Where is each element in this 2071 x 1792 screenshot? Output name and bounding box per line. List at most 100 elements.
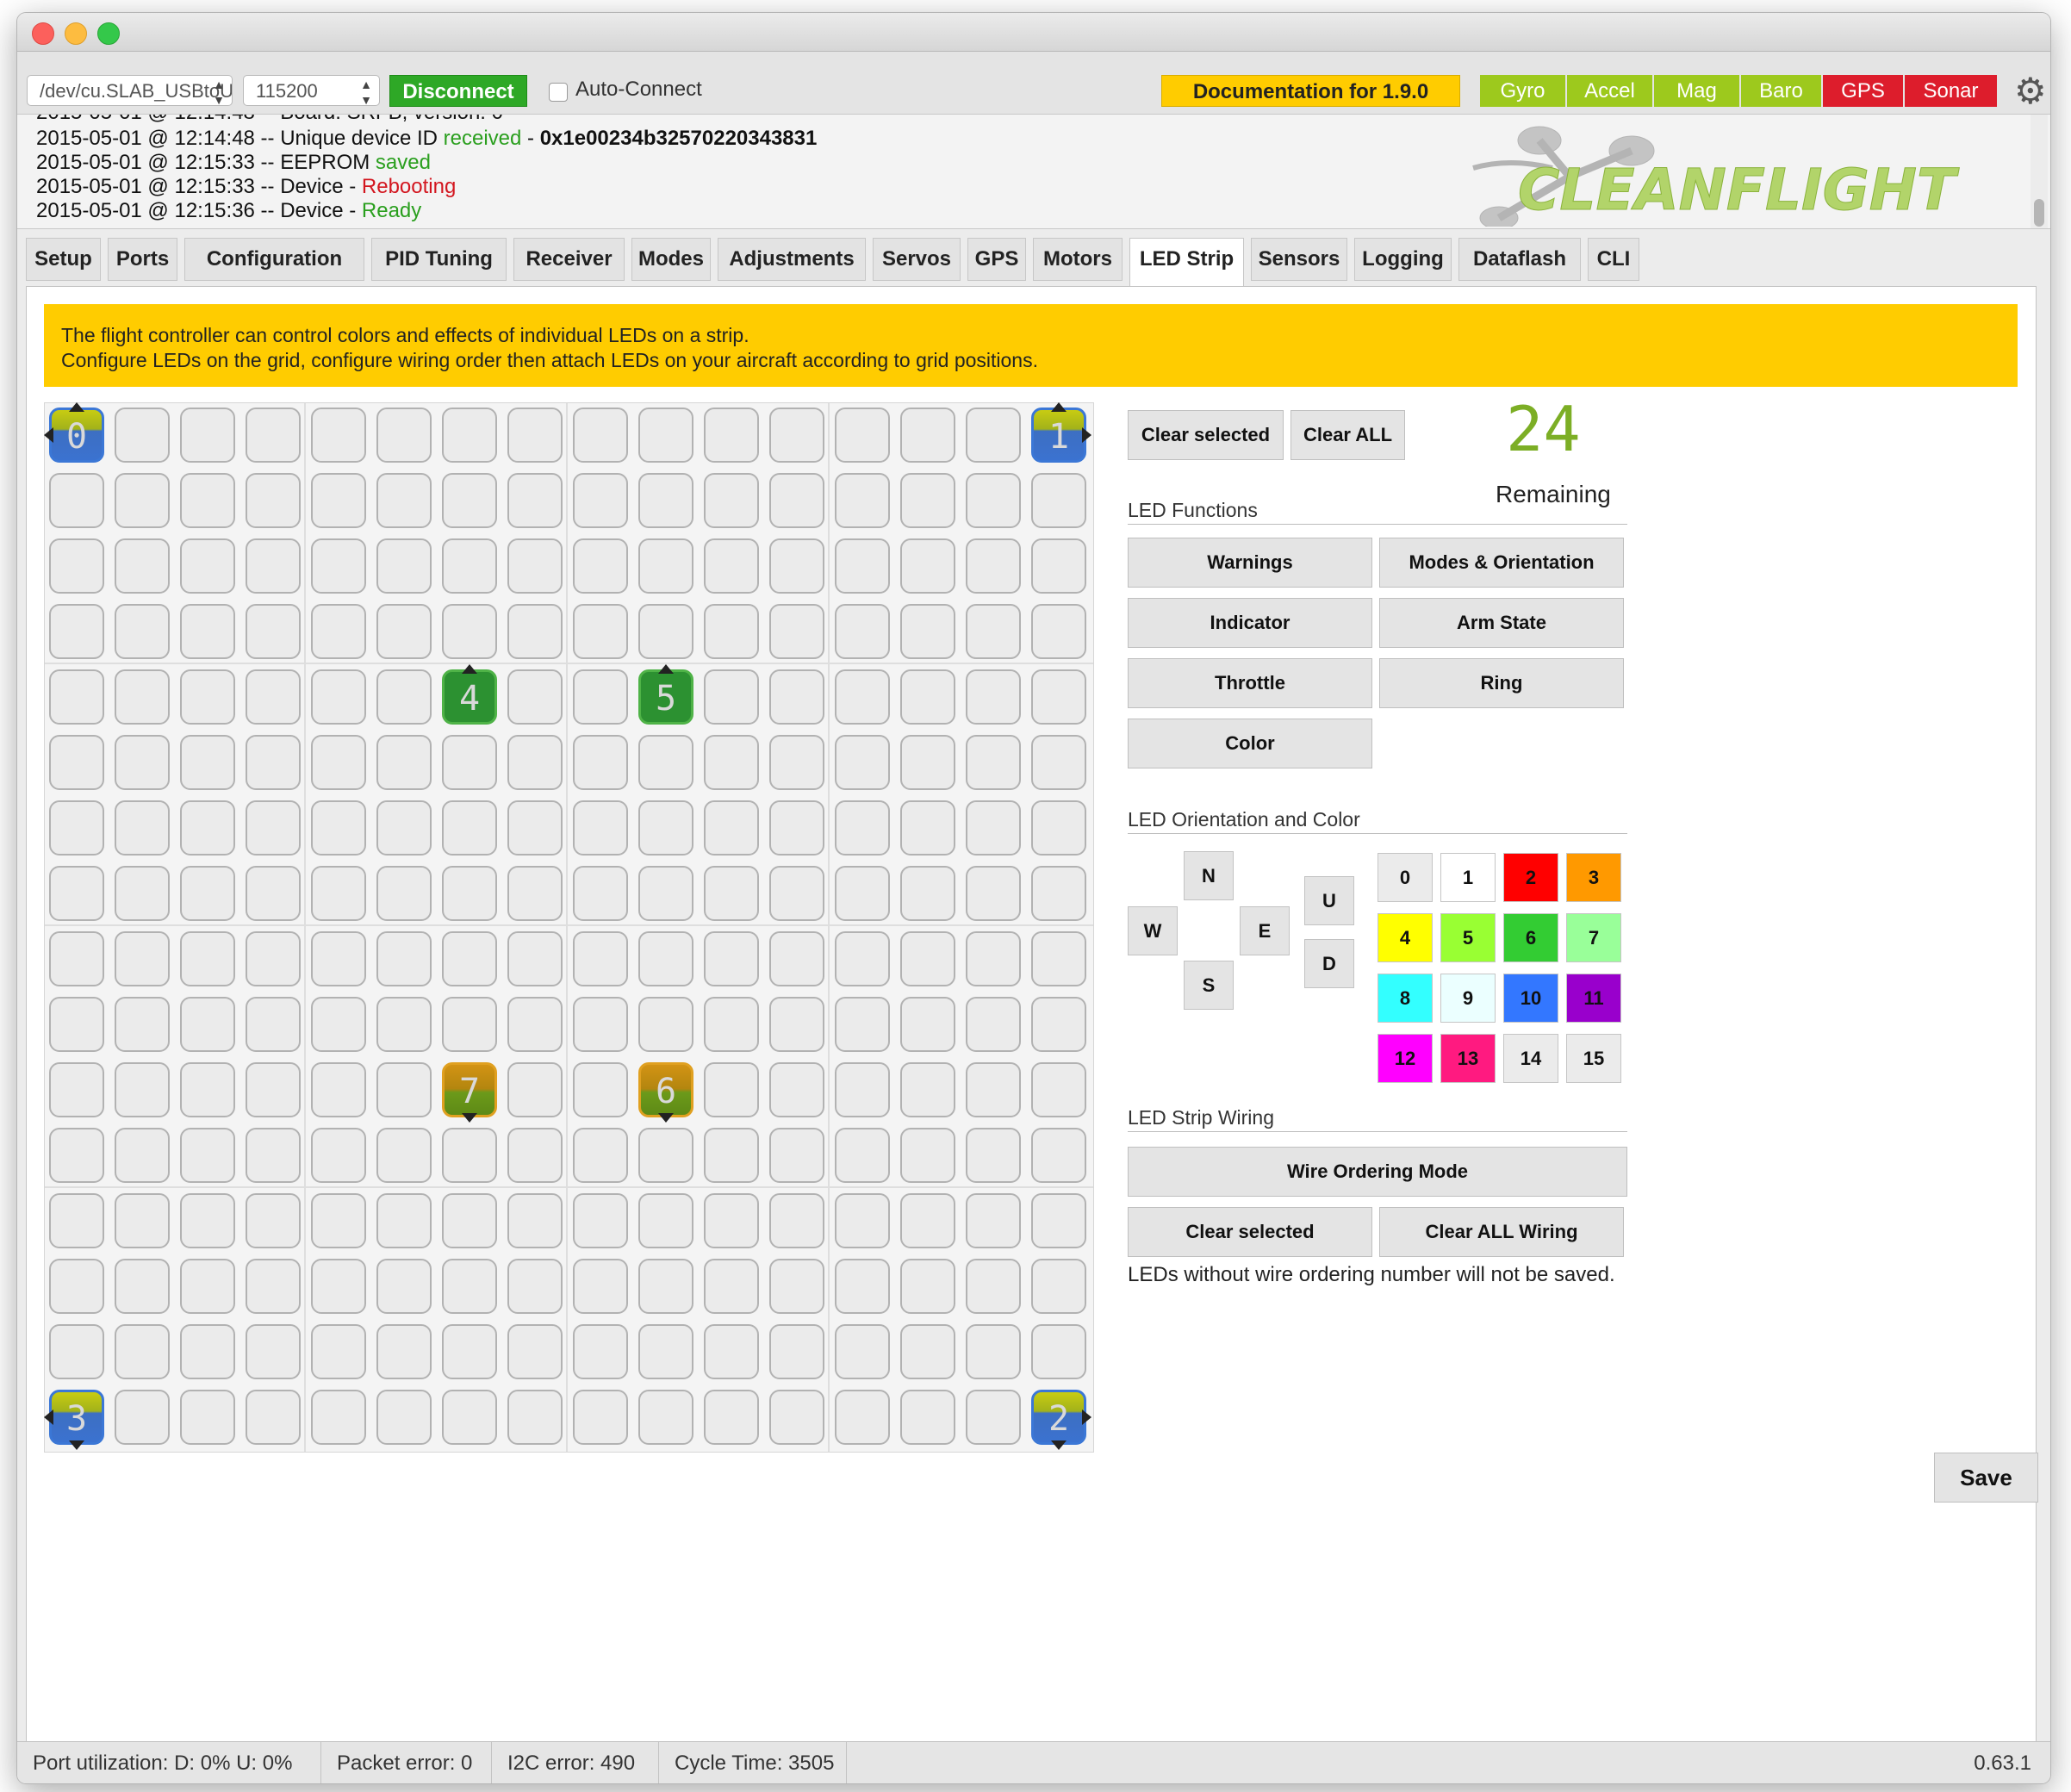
led-cell[interactable] bbox=[1031, 669, 1086, 725]
led-cell[interactable] bbox=[573, 604, 628, 659]
led-cell[interactable] bbox=[115, 1390, 170, 1445]
led-cell[interactable] bbox=[573, 997, 628, 1052]
led-cell[interactable] bbox=[769, 931, 824, 986]
led-cell[interactable] bbox=[704, 604, 759, 659]
led-cell[interactable] bbox=[769, 866, 824, 921]
tab-modes[interactable]: Modes bbox=[631, 238, 711, 281]
led-cell[interactable] bbox=[49, 473, 104, 528]
led-cell[interactable] bbox=[900, 800, 955, 856]
led-cell[interactable] bbox=[180, 1390, 235, 1445]
led-cell[interactable] bbox=[180, 1193, 235, 1248]
led-cell-5[interactable]: 5 bbox=[638, 669, 693, 725]
documentation-button[interactable]: Documentation for 1.9.0 bbox=[1161, 75, 1460, 107]
color-swatch-12[interactable]: 12 bbox=[1378, 1034, 1433, 1083]
led-cell[interactable] bbox=[311, 1193, 366, 1248]
led-cell[interactable] bbox=[246, 669, 301, 725]
wiring-clear-all-button[interactable]: Clear ALL Wiring bbox=[1379, 1207, 1624, 1257]
led-cell[interactable] bbox=[1031, 1128, 1086, 1183]
color-swatch-5[interactable]: 5 bbox=[1440, 913, 1496, 962]
led-cell[interactable] bbox=[376, 800, 432, 856]
led-cell[interactable] bbox=[376, 997, 432, 1052]
led-cell[interactable] bbox=[180, 735, 235, 790]
led-cell[interactable] bbox=[246, 473, 301, 528]
led-cell[interactable] bbox=[442, 1324, 497, 1379]
led-cell[interactable] bbox=[507, 408, 563, 463]
led-cell[interactable] bbox=[769, 1128, 824, 1183]
led-cell-4[interactable]: 4 bbox=[442, 669, 497, 725]
baud-select[interactable]: 115200 ▲ ▼ bbox=[243, 75, 380, 106]
led-cell[interactable] bbox=[49, 1259, 104, 1314]
led-cell[interactable] bbox=[115, 1128, 170, 1183]
led-cell[interactable] bbox=[573, 735, 628, 790]
port-select[interactable]: /dev/cu.SLAB_USBtoUART ▲▼ bbox=[27, 75, 233, 106]
led-cell[interactable] bbox=[376, 1193, 432, 1248]
color-swatch-3[interactable]: 3 bbox=[1566, 853, 1621, 902]
function-warnings-button[interactable]: Warnings bbox=[1128, 538, 1372, 588]
led-cell[interactable] bbox=[246, 866, 301, 921]
led-cell[interactable] bbox=[638, 931, 693, 986]
led-cell[interactable] bbox=[1031, 931, 1086, 986]
direction-west-button[interactable]: W bbox=[1128, 906, 1178, 955]
wire-ordering-mode-button[interactable]: Wire Ordering Mode bbox=[1128, 1147, 1627, 1197]
led-cell[interactable] bbox=[507, 604, 563, 659]
led-cell[interactable] bbox=[115, 1062, 170, 1117]
tab-logging[interactable]: Logging bbox=[1354, 238, 1452, 281]
led-cell[interactable] bbox=[246, 735, 301, 790]
led-cell[interactable] bbox=[507, 1062, 563, 1117]
led-cell[interactable] bbox=[900, 1390, 955, 1445]
led-cell[interactable] bbox=[507, 669, 563, 725]
led-cell[interactable] bbox=[900, 1193, 955, 1248]
led-cell[interactable] bbox=[246, 1062, 301, 1117]
led-cell[interactable] bbox=[442, 735, 497, 790]
led-cell[interactable] bbox=[573, 538, 628, 594]
led-cell[interactable] bbox=[115, 997, 170, 1052]
led-cell[interactable] bbox=[507, 931, 563, 986]
led-cell[interactable] bbox=[1031, 1259, 1086, 1314]
led-cell[interactable] bbox=[376, 1259, 432, 1314]
led-cell[interactable] bbox=[835, 997, 890, 1052]
led-cell[interactable] bbox=[376, 473, 432, 528]
led-cell[interactable] bbox=[638, 1324, 693, 1379]
led-cell[interactable] bbox=[246, 1259, 301, 1314]
led-cell[interactable] bbox=[704, 931, 759, 986]
led-cell[interactable] bbox=[246, 931, 301, 986]
led-cell[interactable] bbox=[835, 1193, 890, 1248]
led-cell[interactable] bbox=[573, 1324, 628, 1379]
led-cell[interactable] bbox=[49, 604, 104, 659]
color-swatch-2[interactable]: 2 bbox=[1503, 853, 1558, 902]
led-cell[interactable] bbox=[769, 669, 824, 725]
led-cell[interactable] bbox=[376, 866, 432, 921]
color-swatch-7[interactable]: 7 bbox=[1566, 913, 1621, 962]
led-cell[interactable] bbox=[1031, 538, 1086, 594]
led-cell[interactable] bbox=[1031, 997, 1086, 1052]
led-cell[interactable] bbox=[704, 669, 759, 725]
led-cell[interactable] bbox=[49, 997, 104, 1052]
minimize-window-button[interactable] bbox=[65, 22, 87, 45]
led-cell[interactable] bbox=[246, 800, 301, 856]
led-cell[interactable] bbox=[507, 1390, 563, 1445]
led-cell[interactable] bbox=[966, 408, 1021, 463]
led-cell[interactable] bbox=[246, 1128, 301, 1183]
led-cell[interactable] bbox=[835, 669, 890, 725]
led-cell[interactable] bbox=[507, 866, 563, 921]
led-cell[interactable] bbox=[115, 800, 170, 856]
led-cell[interactable] bbox=[966, 669, 1021, 725]
led-cell[interactable] bbox=[573, 866, 628, 921]
auto-connect-checkbox[interactable] bbox=[549, 83, 568, 102]
led-cell[interactable] bbox=[638, 1259, 693, 1314]
led-cell[interactable] bbox=[769, 538, 824, 594]
led-cell[interactable] bbox=[49, 931, 104, 986]
led-cell[interactable] bbox=[900, 1259, 955, 1314]
color-swatch-10[interactable]: 10 bbox=[1503, 974, 1558, 1023]
color-swatch-11[interactable]: 11 bbox=[1566, 974, 1621, 1023]
function-throttle-button[interactable]: Throttle bbox=[1128, 658, 1372, 708]
function-arm-state-button[interactable]: Arm State bbox=[1379, 598, 1624, 648]
led-cell[interactable] bbox=[180, 604, 235, 659]
led-cell[interactable] bbox=[638, 538, 693, 594]
led-cell[interactable] bbox=[507, 800, 563, 856]
led-cell[interactable] bbox=[704, 1259, 759, 1314]
led-cell[interactable] bbox=[573, 800, 628, 856]
led-cell[interactable] bbox=[180, 1062, 235, 1117]
led-cell[interactable] bbox=[180, 669, 235, 725]
led-cell[interactable] bbox=[49, 735, 104, 790]
